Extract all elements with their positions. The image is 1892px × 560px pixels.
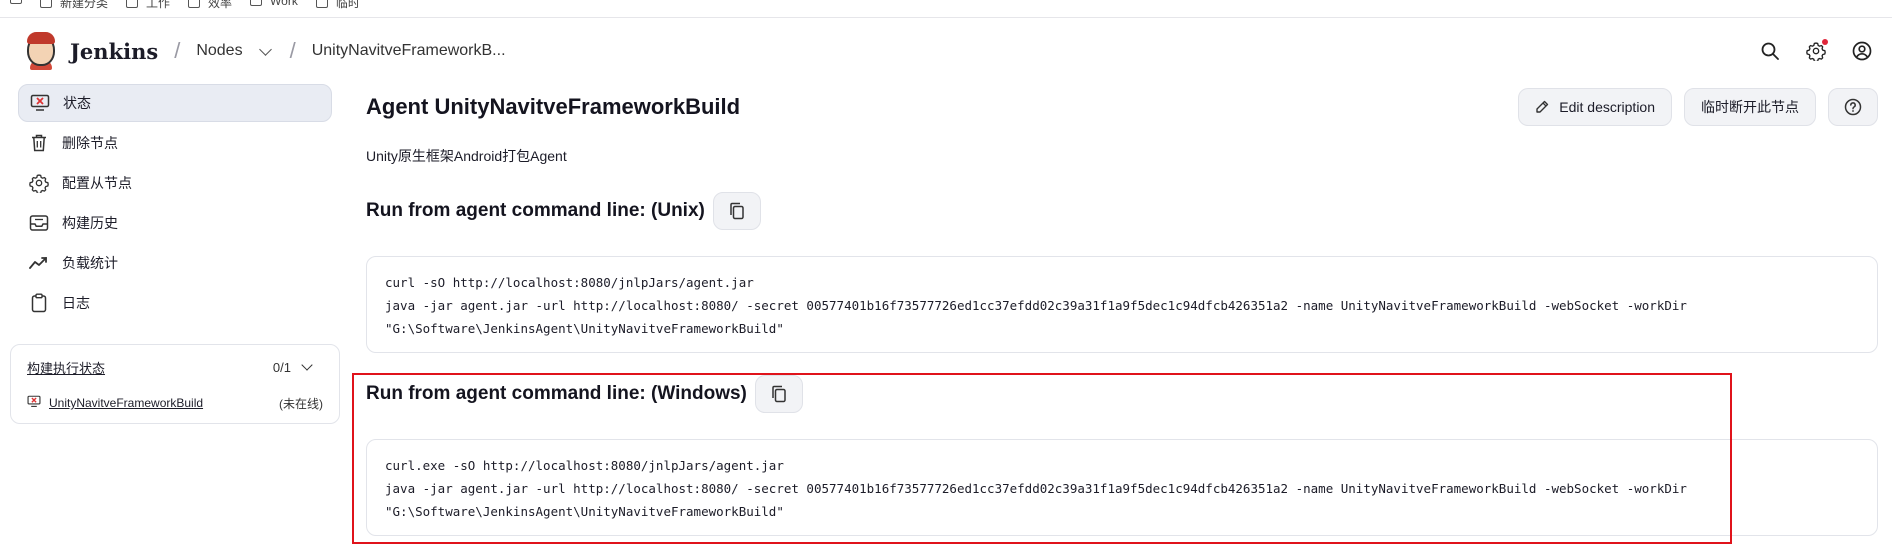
executor-status-title[interactable]: 构建执行状态 (27, 358, 105, 377)
trash-icon (28, 132, 50, 154)
sidebar-item-label: 构建历史 (62, 215, 118, 231)
windows-section-header: Run from agent command line: (Windows) (366, 375, 1878, 413)
app-header: Jenkins / Nodes / UnityNavitveFrameworkB… (0, 18, 1892, 84)
sidebar: 状态 删除节点 配置从节点 构建历史 负载统计 日志 构建执行状态 0/1 Un… (10, 84, 340, 424)
folder-icon (250, 0, 263, 6)
code-line: java -jar agent.jar -url http://localhos… (385, 298, 1687, 313)
breadcrumb-nodes[interactable]: Nodes (196, 42, 242, 60)
copy-unix-button[interactable] (712, 192, 761, 230)
help-icon (1844, 98, 1862, 116)
trend-icon (28, 252, 50, 274)
chevron-down-icon[interactable] (258, 42, 272, 56)
help-button[interactable] (1828, 88, 1878, 126)
page-title: Agent UnityNavitveFrameworkBuild (366, 94, 741, 119)
sidebar-item-load-statistics[interactable]: 负载统计 (18, 244, 332, 282)
clipboard-icon (28, 292, 50, 314)
breadcrumb-separator: / (289, 38, 296, 63)
apps-icon[interactable] (10, 0, 22, 4)
main-content: Agent UnityNavitveFrameworkBuild Edit de… (366, 84, 1878, 536)
sidebar-item-build-history[interactable]: 构建历史 (18, 204, 332, 242)
folder-icon (40, 0, 52, 8)
executor-agent-state: (未在线) (279, 396, 323, 411)
sidebar-item-label: 删除节点 (62, 135, 118, 151)
search-icon (1761, 42, 1779, 60)
sidebar-item-configure[interactable]: 配置从节点 (18, 164, 332, 202)
executor-agent-link[interactable]: UnityNavitveFrameworkBuild (49, 396, 203, 410)
unix-section-header: Run from agent command line: (Unix) (366, 192, 1878, 230)
windows-command-block[interactable]: curl.exe -sO http://localhost:8080/jnlpJ… (366, 439, 1878, 536)
gear-icon (28, 172, 50, 194)
code-line: curl -sO http://localhost:8080/jnlpJars/… (385, 275, 754, 290)
bookmark-item[interactable]: Work (250, 0, 298, 8)
folder-icon (315, 0, 328, 8)
notification-dot (1822, 39, 1828, 45)
pencil-icon (1536, 100, 1549, 113)
executor-count[interactable]: 0/1 (273, 359, 325, 375)
code-line: curl.exe -sO http://localhost:8080/jnlpJ… (385, 458, 784, 473)
code-line: java -jar agent.jar -url http://localhos… (385, 481, 1687, 496)
side-nav: 状态 删除节点 配置从节点 构建历史 负载统计 日志 (18, 84, 332, 322)
inbox-icon (28, 212, 50, 234)
copy-icon (730, 202, 744, 220)
unix-command-block[interactable]: curl -sO http://localhost:8080/jnlpJars/… (366, 256, 1878, 353)
user-icon (1852, 41, 1872, 61)
sidebar-item-label: 负载统计 (62, 255, 118, 271)
bookmarks-bar: 新建分类 工作 效率 Work 临时 (0, 0, 1892, 18)
monitor-x-icon (29, 92, 51, 114)
edit-description-button[interactable]: Edit description (1518, 88, 1672, 126)
code-line: "G:\Software\JenkinsAgent\UnityNavitveFr… (385, 321, 784, 336)
breadcrumb-agent[interactable]: UnityNavitveFrameworkB... (312, 42, 506, 60)
sidebar-item-log[interactable]: 日志 (18, 284, 332, 322)
monitor-x-icon (27, 395, 41, 411)
sidebar-item-status[interactable]: 状态 (18, 84, 332, 122)
windows-heading: Run from agent command line: (Windows) (366, 383, 747, 404)
copy-icon (772, 385, 786, 403)
executor-status-panel: 构建执行状态 0/1 UnityNavitveFrameworkBuild (未… (10, 344, 340, 424)
copy-windows-button[interactable] (754, 375, 803, 413)
unix-heading: Run from agent command line: (Unix) (366, 200, 705, 221)
disconnect-node-button[interactable]: 临时断开此节点 (1684, 88, 1816, 126)
brand-name[interactable]: Jenkins (70, 39, 158, 64)
code-line: "G:\Software\JenkinsAgent\UnityNavitveFr… (385, 504, 784, 519)
bookmark-item[interactable]: 新建分类 (40, 0, 108, 11)
sidebar-item-label: 日志 (62, 295, 90, 311)
sidebar-item-delete-node[interactable]: 删除节点 (18, 124, 332, 162)
chevron-down-icon (301, 359, 313, 371)
bookmark-item[interactable]: 临时 (315, 0, 360, 11)
bookmark-item[interactable]: 效率 (188, 0, 232, 11)
manage-jenkins-button[interactable] (1796, 31, 1836, 71)
jenkins-logo-icon[interactable] (24, 32, 58, 70)
executor-agent-row: UnityNavitveFrameworkBuild (未在线) (27, 393, 325, 413)
search-button[interactable] (1750, 31, 1790, 71)
folder-icon (188, 0, 201, 8)
folder-icon (126, 0, 139, 8)
bookmark-item[interactable]: 工作 (126, 0, 170, 11)
sidebar-item-label: 状态 (63, 95, 91, 111)
agent-description: Unity原生框架Android打包Agent (366, 148, 567, 164)
sidebar-item-label: 配置从节点 (62, 175, 132, 191)
breadcrumb-separator: / (174, 38, 181, 63)
user-button[interactable] (1842, 31, 1882, 71)
